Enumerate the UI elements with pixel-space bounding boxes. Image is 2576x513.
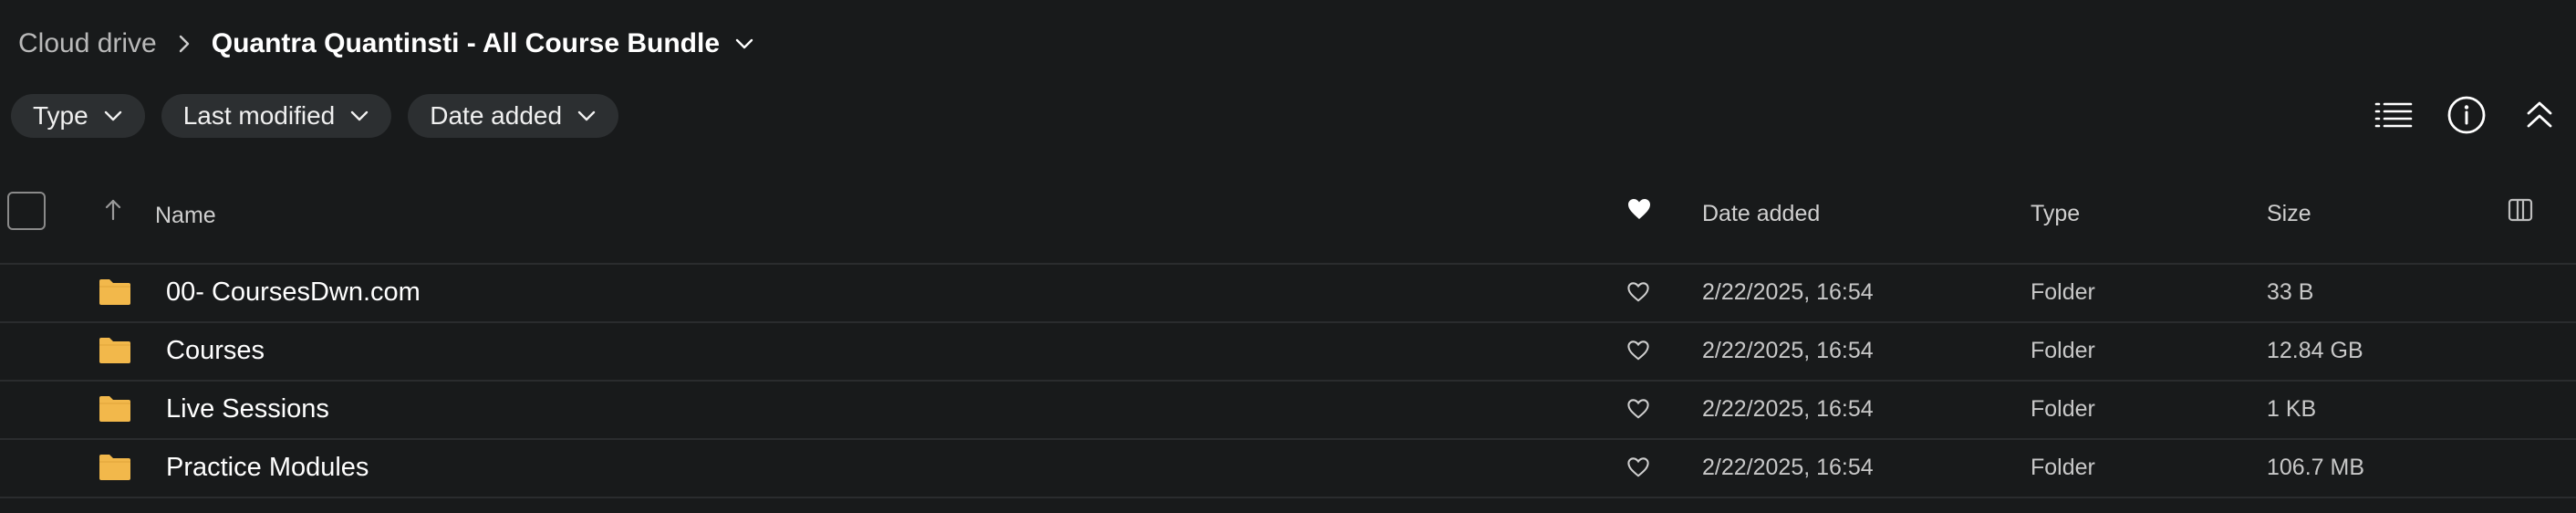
filter-type-label: Type (33, 101, 88, 130)
row-size: 1 KB (2267, 396, 2317, 422)
folder-icon (98, 453, 132, 487)
row-type: Folder (2031, 279, 2095, 305)
chevron-down-icon (576, 110, 597, 122)
row-type: Folder (2031, 455, 2095, 480)
chevron-down-icon (349, 110, 369, 122)
heart-outline-icon[interactable] (1626, 398, 1650, 424)
collapse-icon (2525, 99, 2554, 135)
column-header-size[interactable]: Size (2267, 201, 2311, 227)
heart-outline-icon[interactable] (1626, 340, 1650, 366)
filter-last-modified-label: Last modified (182, 101, 336, 130)
heart-outline-icon[interactable] (1626, 456, 1650, 483)
row-date-added: 2/22/2025, 16:54 (1702, 279, 1874, 305)
row-type: Folder (2031, 396, 2095, 422)
breadcrumb-current-folder[interactable]: Quantra Quantinsti - All Course Bundle (212, 28, 720, 59)
row-name: Courses (166, 336, 265, 365)
list-view-button[interactable] (2357, 91, 2430, 142)
breadcrumb: Cloud drive Quantra Quantinsti - All Cou… (18, 22, 754, 66)
columns-settings-icon[interactable] (2507, 197, 2534, 229)
filter-date-added-label: Date added (430, 101, 563, 130)
sort-ascending-icon[interactable] (104, 197, 122, 229)
info-icon (2446, 95, 2487, 140)
folder-icon (98, 336, 132, 370)
column-header-type[interactable]: Type (2031, 201, 2080, 227)
file-list: 00- CoursesDwn.com 2/22/2025, 16:54 Fold… (0, 265, 2576, 498)
table-row[interactable]: 00- CoursesDwn.com 2/22/2025, 16:54 Fold… (0, 265, 2576, 323)
filter-last-modified-button[interactable]: Last modified (161, 94, 392, 138)
row-name: Practice Modules (166, 453, 369, 482)
table-header: Name Date added Type Size (0, 179, 2576, 265)
collapse-button[interactable] (2503, 91, 2576, 142)
row-date-added: 2/22/2025, 16:54 (1702, 396, 1874, 422)
chevron-down-icon[interactable] (734, 37, 754, 50)
chevron-right-icon (177, 34, 192, 54)
filter-date-added-button[interactable]: Date added (408, 94, 619, 138)
table-row[interactable]: Practice Modules 2/22/2025, 16:54 Folder… (0, 440, 2576, 498)
table-row[interactable]: Courses 2/22/2025, 16:54 Folder 12.84 GB (0, 323, 2576, 382)
filter-type-button[interactable]: Type (11, 94, 145, 138)
folder-icon (98, 277, 132, 311)
favorite-filled-icon[interactable] (1626, 197, 1652, 227)
view-toolbar (2357, 91, 2576, 142)
breadcrumb-cloud-drive[interactable]: Cloud drive (18, 28, 157, 59)
info-button[interactable] (2430, 91, 2503, 142)
row-size: 12.84 GB (2267, 338, 2363, 363)
row-size: 33 B (2267, 279, 2314, 305)
chevron-down-icon (103, 110, 123, 122)
list-view-icon (2374, 100, 2413, 134)
table-row[interactable]: Live Sessions 2/22/2025, 16:54 Folder 1 … (0, 382, 2576, 440)
row-date-added: 2/22/2025, 16:54 (1702, 338, 1874, 363)
row-size: 106.7 MB (2267, 455, 2365, 480)
row-type: Folder (2031, 338, 2095, 363)
folder-icon (98, 394, 132, 428)
row-name: 00- CoursesDwn.com (166, 277, 421, 307)
select-all-checkbox[interactable] (7, 192, 46, 230)
column-header-date-added[interactable]: Date added (1702, 201, 1820, 227)
row-name: Live Sessions (166, 394, 329, 424)
row-date-added: 2/22/2025, 16:54 (1702, 455, 1874, 480)
heart-outline-icon[interactable] (1626, 281, 1650, 308)
filter-bar: Type Last modified Date added (11, 94, 619, 138)
column-header-name[interactable]: Name (155, 203, 216, 229)
